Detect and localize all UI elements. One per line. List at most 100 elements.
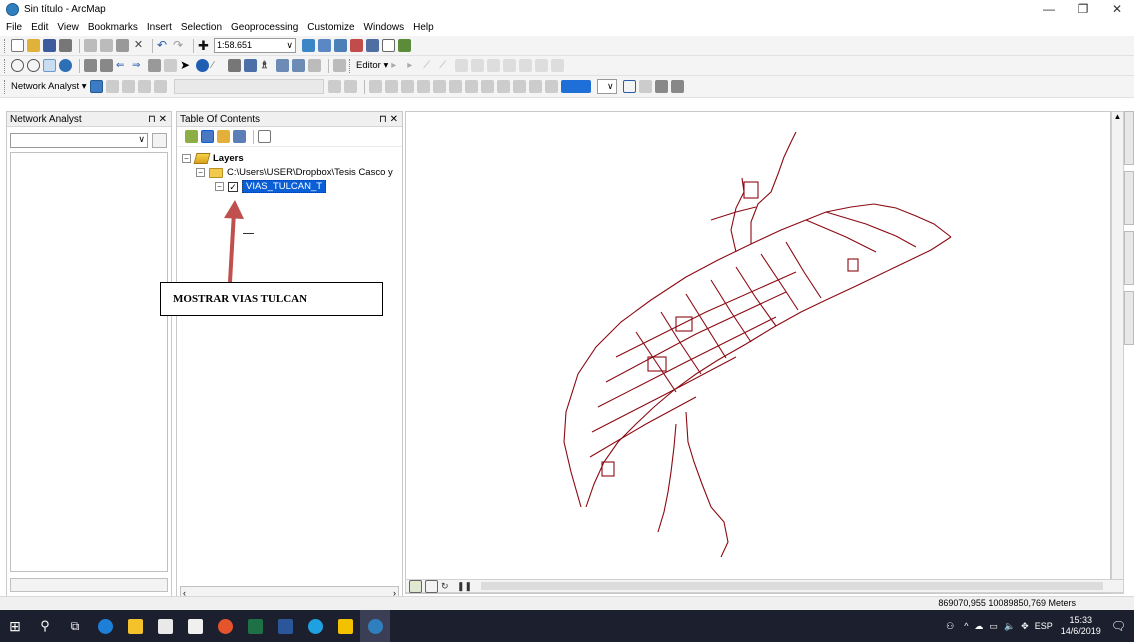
network-icon[interactable]: ▭ — [989, 621, 998, 632]
select-move-location-icon[interactable] — [121, 80, 135, 93]
fixed-zoom-out-icon[interactable] — [100, 59, 113, 72]
minimize-button[interactable]: — — [1032, 0, 1066, 19]
file-explorer-icon[interactable] — [120, 610, 150, 642]
clear-selection-icon[interactable] — [164, 59, 177, 72]
toolbar-grip[interactable] — [4, 58, 7, 73]
menu-insert[interactable]: Insert — [147, 22, 172, 33]
toc-options-icon[interactable] — [258, 130, 271, 143]
restore-button[interactable]: ❐ — [1066, 0, 1100, 19]
copy-icon[interactable] — [100, 39, 113, 52]
zoom-in-icon[interactable] — [11, 59, 24, 72]
menu-view[interactable]: View — [57, 22, 79, 33]
attributes-icon[interactable] — [535, 59, 549, 72]
layer-name[interactable]: VIAS_TULCAN_T — [242, 180, 327, 193]
menu-file[interactable]: File — [6, 22, 22, 33]
pan-icon[interactable] — [43, 59, 56, 72]
arctoolbox-icon[interactable] — [366, 39, 379, 52]
trace-icon[interactable]: ⟋ — [439, 59, 452, 72]
network-analyst-window-icon[interactable] — [89, 80, 103, 93]
dropbox-icon[interactable]: ✥ — [1021, 621, 1029, 632]
color-combo[interactable] — [596, 79, 617, 94]
input-language[interactable]: ESP — [1035, 621, 1053, 631]
list-by-drawing-order-icon[interactable] — [185, 130, 198, 143]
list-by-selection-icon[interactable] — [233, 130, 246, 143]
search-dock-tab[interactable] — [1124, 171, 1134, 225]
scroll-up-icon[interactable]: ▲ — [1112, 112, 1123, 121]
collapse-icon[interactable]: − — [215, 182, 224, 191]
network-analyst-menu-button[interactable]: Network Analyst ▾ — [11, 81, 87, 92]
catalog-dock-tab[interactable] — [1124, 111, 1134, 165]
map-horizontal-scrollbar[interactable] — [481, 582, 1103, 590]
menu-selection[interactable]: Selection — [181, 22, 222, 33]
focus-data-frame-icon[interactable] — [480, 80, 494, 93]
select-features-icon[interactable] — [148, 59, 161, 72]
table-of-contents-icon[interactable] — [318, 39, 331, 52]
editor-menu-button[interactable]: Editor ▾ — [356, 60, 388, 71]
menu-edit[interactable]: Edit — [31, 22, 48, 33]
forward-extent-icon[interactable]: ⇒ — [132, 59, 145, 72]
reports-icon[interactable] — [638, 80, 652, 93]
onedrive-icon[interactable]: ☁ — [974, 621, 983, 632]
build-network-icon[interactable] — [327, 80, 341, 93]
show-hidden-icons-icon[interactable]: ^ — [964, 621, 968, 631]
graphs-icon[interactable] — [654, 80, 668, 93]
tree-node-folder[interactable]: − C:\Users\USER\Dropbox\Tesis Casco y — [196, 166, 393, 179]
back-extent-icon[interactable]: ⇐ — [116, 59, 129, 72]
mail-icon[interactable] — [180, 610, 210, 642]
arcmap-taskbar-icon[interactable] — [360, 610, 390, 642]
cut-polygons-icon[interactable] — [487, 59, 501, 72]
identify-icon[interactable] — [196, 59, 209, 72]
network-analysis-layer-combo[interactable] — [10, 133, 148, 148]
python-window-icon[interactable] — [382, 39, 395, 52]
zoom-whole-page-icon[interactable] — [416, 80, 430, 93]
split-icon[interactable] — [503, 59, 517, 72]
go-to-xy-icon[interactable] — [292, 59, 305, 72]
pan-page-icon[interactable] — [400, 80, 414, 93]
map-scale-combo[interactable]: 1:58.651 — [214, 38, 296, 53]
excel-icon[interactable] — [240, 610, 270, 642]
road-network-map[interactable] — [406, 112, 1112, 582]
edit-vertices-icon[interactable] — [455, 59, 469, 72]
taskbar-clock[interactable]: 15:33 14/6/2019 — [1061, 615, 1101, 637]
create-network-location-icon[interactable] — [105, 80, 119, 93]
save-icon[interactable] — [43, 39, 56, 52]
network-analyst-scrollbar[interactable] — [10, 578, 168, 592]
task-view-icon[interactable]: ⧉ — [60, 610, 90, 642]
network-dataset-combo[interactable] — [173, 79, 324, 94]
edge-icon[interactable] — [90, 610, 120, 642]
edit-tool-icon[interactable]: ▸ — [391, 59, 404, 72]
tree-node-layers[interactable]: − Layers — [182, 152, 244, 165]
color-picker-icon[interactable] — [560, 80, 591, 93]
toolbar-grip[interactable] — [4, 79, 7, 94]
tree-node-layer[interactable]: − ✓ VIAS_TULCAN_T — [215, 180, 327, 193]
zoom-control-icon[interactable] — [448, 80, 462, 93]
windows-start-icon[interactable]: ⊞ — [0, 610, 30, 642]
internet-explorer-icon[interactable] — [300, 610, 330, 642]
add-data-icon[interactable]: ✚ — [198, 39, 211, 52]
rotate-icon[interactable] — [519, 59, 533, 72]
pin-close-buttons[interactable]: ⊓ ✕ — [148, 112, 167, 127]
print-preview-icon[interactable] — [670, 80, 684, 93]
open-folder-icon[interactable] — [27, 39, 40, 52]
search-window-icon[interactable] — [350, 39, 363, 52]
zoom-100-icon[interactable] — [432, 80, 446, 93]
delete-icon[interactable]: ✕ — [132, 39, 145, 52]
layer-visibility-checkbox[interactable]: ✓ — [228, 181, 238, 192]
time-slider-icon[interactable] — [308, 59, 321, 72]
redo-icon[interactable]: ↷ — [173, 39, 186, 52]
volume-icon[interactable]: 🔈 — [1004, 621, 1015, 632]
network-identify-icon[interactable] — [343, 80, 357, 93]
data-driven-pages-icon[interactable] — [512, 80, 526, 93]
toolbar-grip[interactable] — [4, 38, 7, 53]
html-popup-icon[interactable] — [228, 59, 241, 72]
georeferencing-icon[interactable] — [528, 80, 542, 93]
directions-icon[interactable] — [153, 80, 167, 93]
find-route-icon[interactable] — [276, 59, 289, 72]
toggle-draft-icon[interactable] — [464, 80, 478, 93]
sketch-properties-icon[interactable] — [551, 59, 565, 72]
notifications-icon[interactable]: 🗨 — [1111, 619, 1126, 633]
undo-icon[interactable]: ↶ — [157, 39, 170, 52]
layout-view-icon[interactable] — [333, 59, 346, 72]
select-frame-icon[interactable] — [622, 80, 636, 93]
layout-tools-icon[interactable] — [368, 80, 382, 93]
